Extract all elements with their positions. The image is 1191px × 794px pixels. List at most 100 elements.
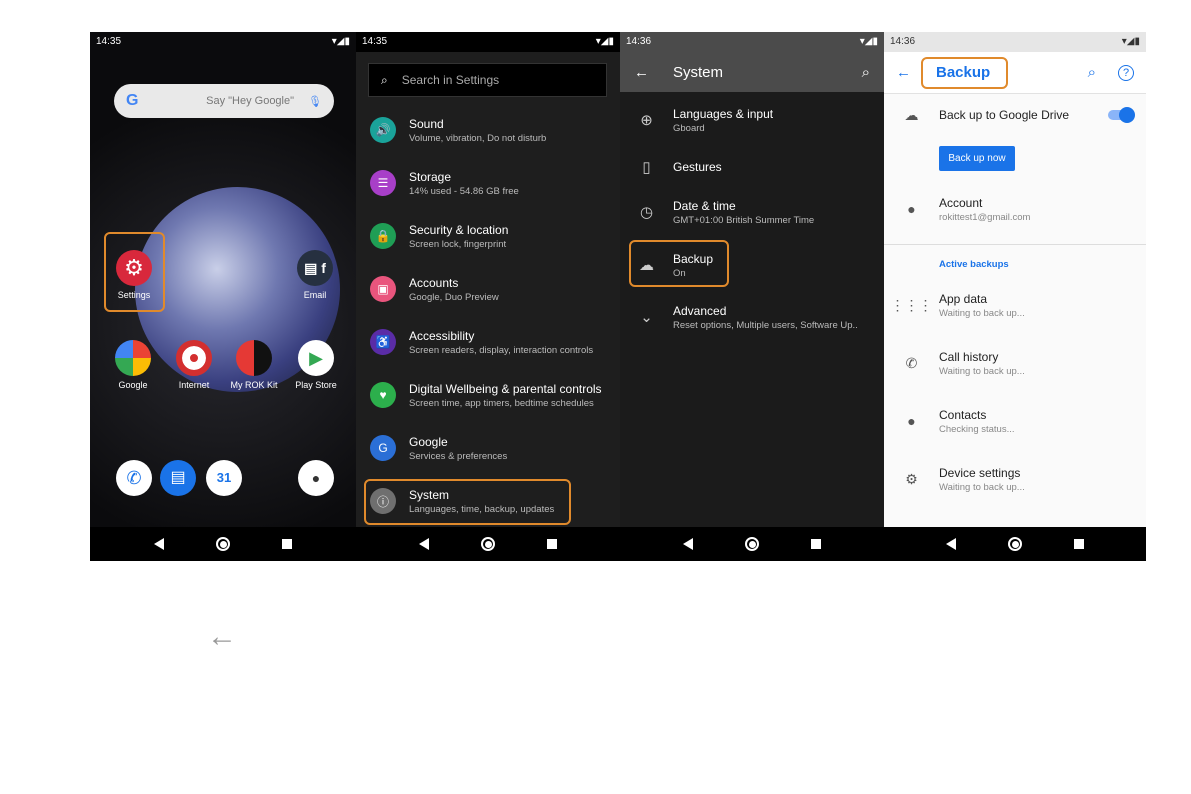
settings-panel: 14:35 ▾◢▮ ⌕ Search in Settings 🔊 Sound Volum… [356, 32, 620, 561]
status-bar: 14:35 ▾◢▮ [90, 32, 356, 52]
back-icon[interactable] [419, 538, 429, 550]
app-email-folder[interactable]: ▤ f Email [285, 250, 345, 300]
status-time: 14:36 [626, 36, 652, 47]
system-panel: 14:36 ▾◢▮ ← System ⌕ ⊕ Languages & input Gboa… [620, 32, 884, 561]
rok-kit-icon [236, 340, 272, 376]
back-icon[interactable] [154, 538, 164, 550]
item-subtitle: Gboard [673, 122, 705, 134]
system-item[interactable]: ⊕ Languages & input Gboard [620, 95, 884, 145]
status-bar: 14:36 ▾◢▮ [884, 32, 1146, 52]
status-time: 14:35 [96, 36, 122, 47]
recents-icon[interactable] [547, 539, 557, 549]
status-time: 14:36 [890, 36, 916, 47]
app-label: My ROK Kit [230, 380, 278, 390]
recents-icon[interactable] [282, 539, 292, 549]
settings-item[interactable]: G Google Services & preferences [356, 422, 620, 474]
item-title: Call history [939, 349, 999, 364]
chevron-down-icon: ⌄ [640, 309, 653, 326]
app-google-folder[interactable]: Google [103, 340, 163, 390]
item-title: Contacts [939, 407, 987, 422]
internet-icon [176, 340, 212, 376]
settings-item[interactable]: ♿ Accessibility Screen readers, display, i… [356, 316, 620, 368]
nav-bar [356, 527, 620, 561]
app-label: Google [118, 380, 148, 390]
folder-icon: ▤ f [297, 250, 333, 286]
person-icon: ● [907, 413, 916, 429]
item-subtitle: Services & preferences [409, 450, 508, 462]
item-subtitle: Screen lock, fingerprint [409, 238, 507, 250]
drive-label: Back up to Google Drive [939, 108, 1070, 122]
calendar-icon: 31 [206, 460, 242, 496]
help-icon[interactable]: ? [1118, 64, 1134, 81]
settings-item-icon: ▣ [370, 276, 396, 302]
mic-icon: 🎙 [308, 95, 322, 108]
toolbar: ← System ⌕ [620, 52, 884, 92]
settings-item[interactable]: ♥ Digital Wellbeing & parental controls Sc… [356, 369, 620, 421]
camera-icon: ● [298, 460, 334, 496]
settings-item-icon: ☰ [370, 170, 396, 196]
google-folder-icon [115, 340, 151, 376]
home-screen-panel: 14:35 ▾◢▮ G Say "Hey Google" 🎙 ⚙ Settings … [90, 32, 356, 561]
back-up-now-button[interactable]: Back up now [939, 146, 1015, 171]
item-title: Languages & input [673, 106, 774, 121]
item-title: Accessibility [409, 328, 475, 343]
settings-item[interactable]: 🔊 Sound Volume, vibration, Do not disturb [356, 104, 620, 156]
gestures-icon: ▯ [642, 159, 651, 176]
item-subtitle: Waiting to back up... [939, 307, 1025, 319]
backup-item[interactable]: ● Contacts Checking status... [884, 396, 1146, 446]
settings-item[interactable]: ☰ Storage 14% used - 54.86 GB free [356, 157, 620, 209]
play-store-icon: ▶ [298, 340, 334, 376]
item-title: Google [409, 434, 448, 449]
back-icon[interactable] [683, 538, 693, 550]
settings-item[interactable]: ▣ Accounts Google, Duo Preview [356, 263, 620, 315]
recents-icon[interactable] [811, 539, 821, 549]
search-icon[interactable]: ⌕ [862, 64, 870, 81]
recents-icon[interactable] [1074, 539, 1084, 549]
back-arrow-icon[interactable]: ← [634, 64, 673, 81]
item-subtitle: Checking status... [939, 423, 1015, 435]
item-title: Storage [409, 169, 452, 184]
home-icon[interactable] [1008, 537, 1022, 551]
item-subtitle: 14% used - 54.86 GB free [409, 185, 519, 197]
account-row[interactable]: ● Account rokittest1@gmail.com [884, 184, 1146, 234]
item-title: Digital Wellbeing & parental controls [409, 381, 602, 396]
search-icon[interactable]: ⌕ [1088, 64, 1096, 81]
messages-icon: ▤ [160, 460, 196, 496]
app-internet[interactable]: Internet [164, 340, 224, 390]
clock-icon: ◷ [639, 204, 654, 221]
section-header: Active backups [939, 259, 1009, 270]
home-icon[interactable] [216, 537, 230, 551]
app-label: Email [303, 290, 327, 300]
item-title: Date & time [673, 198, 736, 213]
back-arrow-icon[interactable]: ← [207, 620, 237, 654]
settings-search-input[interactable]: ⌕ Search in Settings [368, 63, 607, 97]
apps-grid-icon: ⋮⋮⋮ [890, 296, 933, 313]
back-icon[interactable] [946, 538, 956, 550]
backup-item[interactable]: ✆ Call history Waiting to back up... [884, 338, 1146, 388]
drive-toggle[interactable] [1108, 107, 1135, 123]
home-icon[interactable] [481, 537, 495, 551]
drive-backup-row[interactable]: ☁ Back up to Google Drive [884, 90, 1146, 140]
search-placeholder: Say "Hey Google" [206, 95, 295, 107]
item-title: Device settings [939, 465, 1021, 480]
phone-icon: ✆ [116, 460, 152, 496]
item-subtitle: Google, Duo Preview [409, 291, 499, 303]
system-item[interactable]: ◷ Date & time GMT+01:00 British Summer Tim… [620, 187, 884, 237]
item-subtitle: Screen readers, display, interaction con… [409, 344, 594, 356]
item-subtitle: Waiting to back up... [939, 481, 1025, 493]
dock-calendar[interactable]: 31 [194, 460, 254, 500]
system-item[interactable]: ⌄ Advanced Reset options, Multiple users, … [620, 292, 884, 342]
app-my-rok-kit[interactable]: My ROK Kit [224, 340, 284, 390]
app-label: Internet [178, 380, 210, 390]
search-icon: ⌕ [381, 72, 388, 87]
backup-item[interactable]: ⋮⋮⋮ App data Waiting to back up... [884, 280, 1146, 330]
backup-item[interactable]: ⚙ Device settings Waiting to back up... [884, 454, 1146, 504]
item-title: Advanced [673, 303, 727, 318]
dock-camera[interactable]: ● [286, 460, 346, 500]
system-item[interactable]: ▯ Gestures [620, 142, 884, 192]
app-play-store[interactable]: ▶ Play Store [286, 340, 346, 390]
settings-item[interactable]: 🔒 Security & location Screen lock, fingerp… [356, 210, 620, 262]
system-highlight [364, 479, 571, 525]
google-search-bar[interactable]: G Say "Hey Google" 🎙 [114, 84, 334, 118]
home-icon[interactable] [745, 537, 759, 551]
